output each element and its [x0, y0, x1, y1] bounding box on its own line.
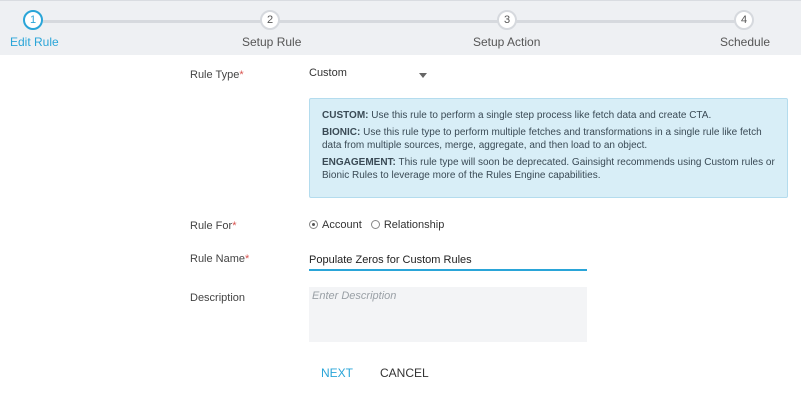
- info-engagement-title: ENGAGEMENT:: [322, 157, 396, 168]
- wizard-stepper: 1 Edit Rule 2 Setup Rule 3 Setup Action …: [0, 0, 801, 55]
- rule-type-label-text: Rule Type: [190, 69, 240, 81]
- info-custom-text: Use this rule to perform a single step p…: [368, 110, 712, 121]
- stepper-track: [43, 20, 743, 23]
- rule-type-select[interactable]: Custom: [309, 67, 427, 85]
- description-label-text: Description: [190, 292, 246, 304]
- radio-unchecked-icon[interactable]: [370, 220, 380, 229]
- step-2-label[interactable]: Setup Rule: [242, 35, 301, 49]
- required-mark: *: [245, 253, 250, 265]
- rule-type-label: Rule Type*: [190, 69, 244, 81]
- info-engagement: ENGAGEMENT: This rule type will soon be …: [322, 156, 775, 182]
- step-4-circle[interactable]: 4: [734, 10, 754, 30]
- rule-type-value: Custom: [309, 67, 347, 79]
- rule-name-input[interactable]: [309, 250, 587, 271]
- step-1-label[interactable]: Edit Rule: [10, 35, 59, 49]
- cancel-button[interactable]: CANCEL: [380, 366, 429, 380]
- rule-for-label: Rule For*: [190, 220, 236, 232]
- radio-account-label[interactable]: Account: [322, 219, 362, 231]
- step-3-label[interactable]: Setup Action: [473, 35, 540, 49]
- rule-for-label-text: Rule For: [190, 220, 233, 232]
- info-bionic-title: BIONIC:: [322, 127, 361, 138]
- rule-name-label-text: Rule Name: [190, 253, 246, 265]
- next-button[interactable]: NEXT: [321, 366, 353, 380]
- info-custom-title: CUSTOM:: [322, 110, 369, 121]
- rule-name-label: Rule Name*: [190, 253, 249, 265]
- description-input[interactable]: [309, 287, 587, 342]
- rule-for-radio-group: Account Relationship: [309, 219, 450, 231]
- radio-relationship[interactable]: Relationship: [370, 219, 445, 231]
- info-bionic-text: Use this rule type to perform multiple f…: [322, 127, 762, 151]
- step-1-circle[interactable]: 1: [23, 10, 43, 30]
- rule-type-info-box: CUSTOM: Use this rule to perform a singl…: [309, 98, 788, 198]
- step-3-circle[interactable]: 3: [497, 10, 517, 30]
- description-label: Description: [190, 292, 245, 304]
- info-bionic: BIONIC: Use this rule type to perform mu…: [322, 126, 775, 152]
- required-mark: *: [232, 220, 237, 232]
- step-2-circle[interactable]: 2: [260, 10, 280, 30]
- radio-checked-icon[interactable]: [309, 220, 318, 229]
- required-mark: *: [239, 69, 244, 81]
- radio-account[interactable]: Account: [309, 219, 362, 231]
- radio-relationship-label[interactable]: Relationship: [384, 219, 445, 231]
- info-custom: CUSTOM: Use this rule to perform a singl…: [322, 109, 775, 122]
- chevron-down-icon: [419, 73, 427, 78]
- step-4-label[interactable]: Schedule: [720, 35, 770, 49]
